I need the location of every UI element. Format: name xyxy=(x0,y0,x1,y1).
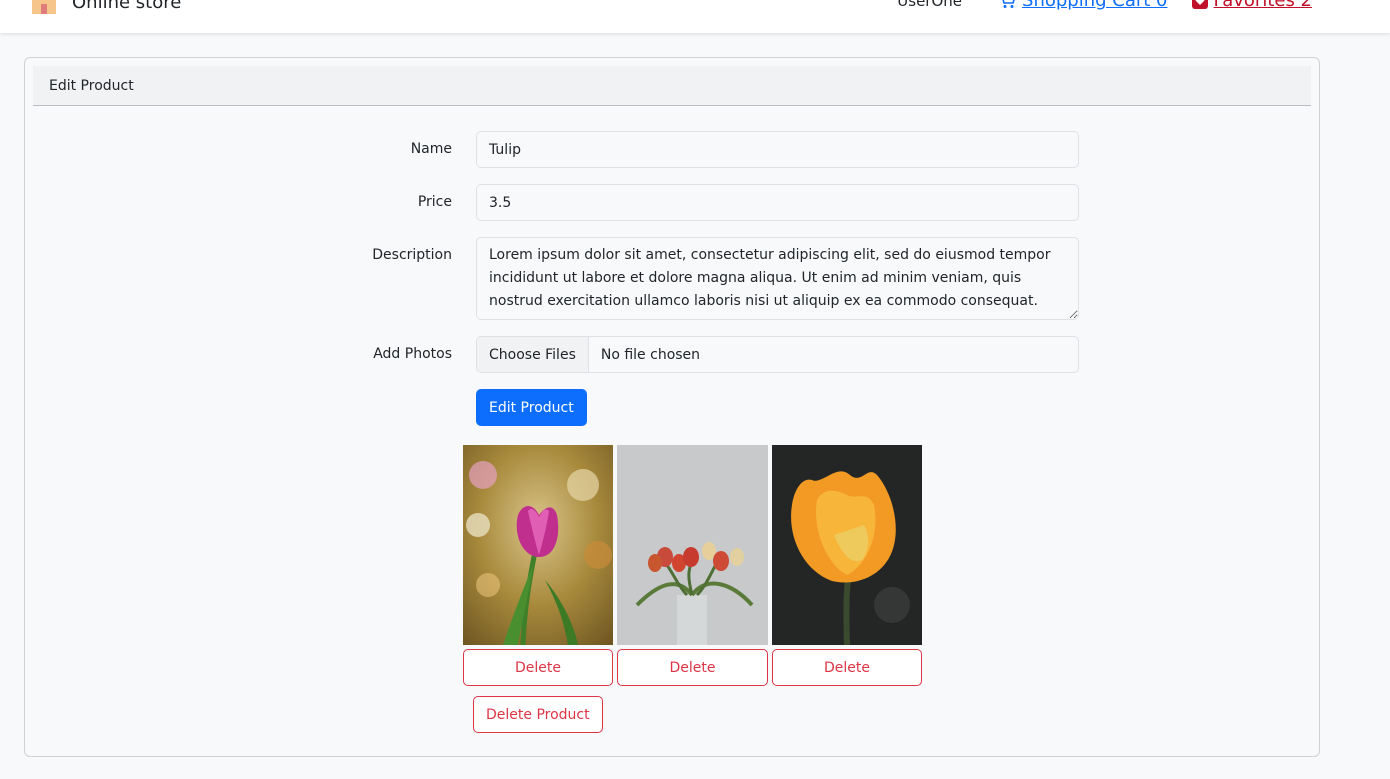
store-icon xyxy=(30,0,58,14)
choose-files-button[interactable]: Choose Files xyxy=(477,337,589,372)
delete-photo-button[interactable]: Delete xyxy=(772,649,922,686)
delete-photo-button[interactable]: Delete xyxy=(463,649,613,686)
heart-icon xyxy=(1191,0,1208,9)
price-label: Price xyxy=(417,194,452,210)
name-input[interactable] xyxy=(476,131,1079,168)
photo-item: Delete xyxy=(772,445,922,686)
top-navbar: Online store UserOne Shopping Cart 0 Fav… xyxy=(0,0,1390,33)
price-input[interactable] xyxy=(476,184,1079,221)
edit-product-button[interactable]: Edit Product xyxy=(476,389,587,426)
photo-item: Delete xyxy=(617,445,768,686)
file-name-text: No file chosen xyxy=(600,346,701,363)
file-input[interactable]: Choose Files No file chosen xyxy=(476,336,1079,373)
brand-label: Online store xyxy=(72,0,182,13)
description-label: Description xyxy=(372,247,452,263)
photo-item: Delete xyxy=(463,445,613,686)
name-label: Name xyxy=(410,141,452,157)
brand[interactable]: Online store xyxy=(30,0,181,14)
cart-icon xyxy=(998,0,1016,9)
edit-product-card: Edit Product Name Price Description Lore… xyxy=(24,57,1320,757)
photos-label: Add Photos xyxy=(373,346,452,362)
product-photo-orange-tulip xyxy=(772,445,922,645)
card-header: Edit Product xyxy=(33,66,1311,106)
delete-product-button[interactable]: Delete Product xyxy=(473,696,603,733)
favorites-label: Favorites 2 xyxy=(1213,0,1312,11)
cart-label: Shopping Cart 0 xyxy=(1022,0,1168,11)
product-photo-tulip-bouquet xyxy=(617,445,768,645)
photo-gallery: Delete Delete Delete xyxy=(463,445,922,686)
delete-photo-button[interactable]: Delete xyxy=(617,649,768,686)
description-textarea[interactable]: Lorem ipsum dolor sit amet, consectetur … xyxy=(476,237,1079,320)
username: UserOne xyxy=(897,0,963,10)
shopping-cart-link[interactable]: Shopping Cart 0 xyxy=(998,0,1168,11)
favorites-link[interactable]: Favorites 2 xyxy=(1191,0,1312,11)
product-photo-pink-tulip xyxy=(463,445,613,645)
